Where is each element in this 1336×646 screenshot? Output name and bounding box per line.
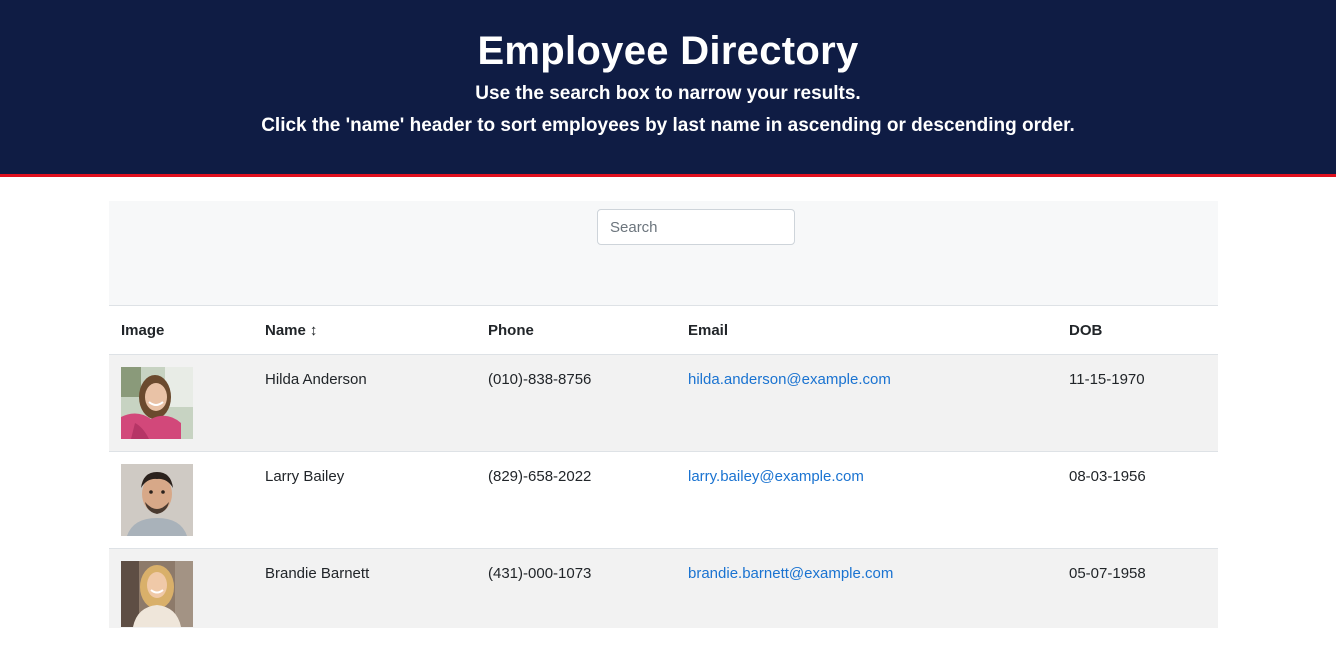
table-header-row: Image Name ↕ Phone Email DOB — [109, 306, 1218, 356]
column-header-phone: Phone — [488, 322, 534, 339]
employee-name: Brandie Barnett — [265, 565, 370, 582]
table-row: Larry Bailey (829)-658-2022 larry.bailey… — [109, 451, 1218, 548]
employee-name: Hilda Anderson — [265, 371, 367, 388]
column-header-image: Image — [121, 322, 165, 339]
employee-phone: (829)-658-2022 — [488, 468, 592, 485]
search-input[interactable] — [597, 209, 795, 245]
employee-photo-hilda — [121, 367, 193, 439]
employee-name: Larry Bailey — [265, 468, 345, 485]
instructions-sort: Click the 'name' header to sort employee… — [261, 115, 1075, 136]
employee-dob: 11-15-1970 — [1069, 371, 1145, 388]
employee-email-link[interactable]: larry.bailey@example.com — [688, 468, 864, 486]
table-row: Hilda Anderson (010)-838-8756 hilda.ande… — [109, 354, 1218, 451]
avatar — [121, 464, 193, 536]
employee-dob: 08-03-1956 — [1069, 468, 1146, 485]
page-title: Employee Directory — [477, 29, 859, 73]
employee-photo-brandie — [121, 561, 193, 627]
employee-phone: (431)-000-1073 — [488, 565, 592, 582]
sort-icon: ↕ — [309, 322, 318, 339]
instructions-search: Use the search box to narrow your result… — [475, 83, 861, 104]
avatar — [121, 367, 193, 439]
column-header-email: Email — [688, 322, 729, 339]
employee-photo-larry — [121, 464, 193, 536]
employee-phone: (010)-838-8756 — [488, 371, 592, 388]
employee-email-link[interactable]: brandie.barnett@example.com — [688, 565, 893, 583]
employee-dob: 05-07-1958 — [1069, 565, 1146, 582]
employee-email-link[interactable]: hilda.anderson@example.com — [688, 371, 891, 389]
column-header-name-label: Name — [265, 322, 306, 339]
table-row: Brandie Barnett (431)-000-1073 brandie.b… — [109, 548, 1218, 628]
column-header-dob: DOB — [1069, 322, 1103, 339]
page-header: Employee Directory Use the search box to… — [0, 0, 1336, 177]
avatar — [121, 561, 193, 627]
search-panel — [109, 201, 1218, 306]
column-header-name-sort[interactable]: Name ↕ — [265, 322, 317, 340]
